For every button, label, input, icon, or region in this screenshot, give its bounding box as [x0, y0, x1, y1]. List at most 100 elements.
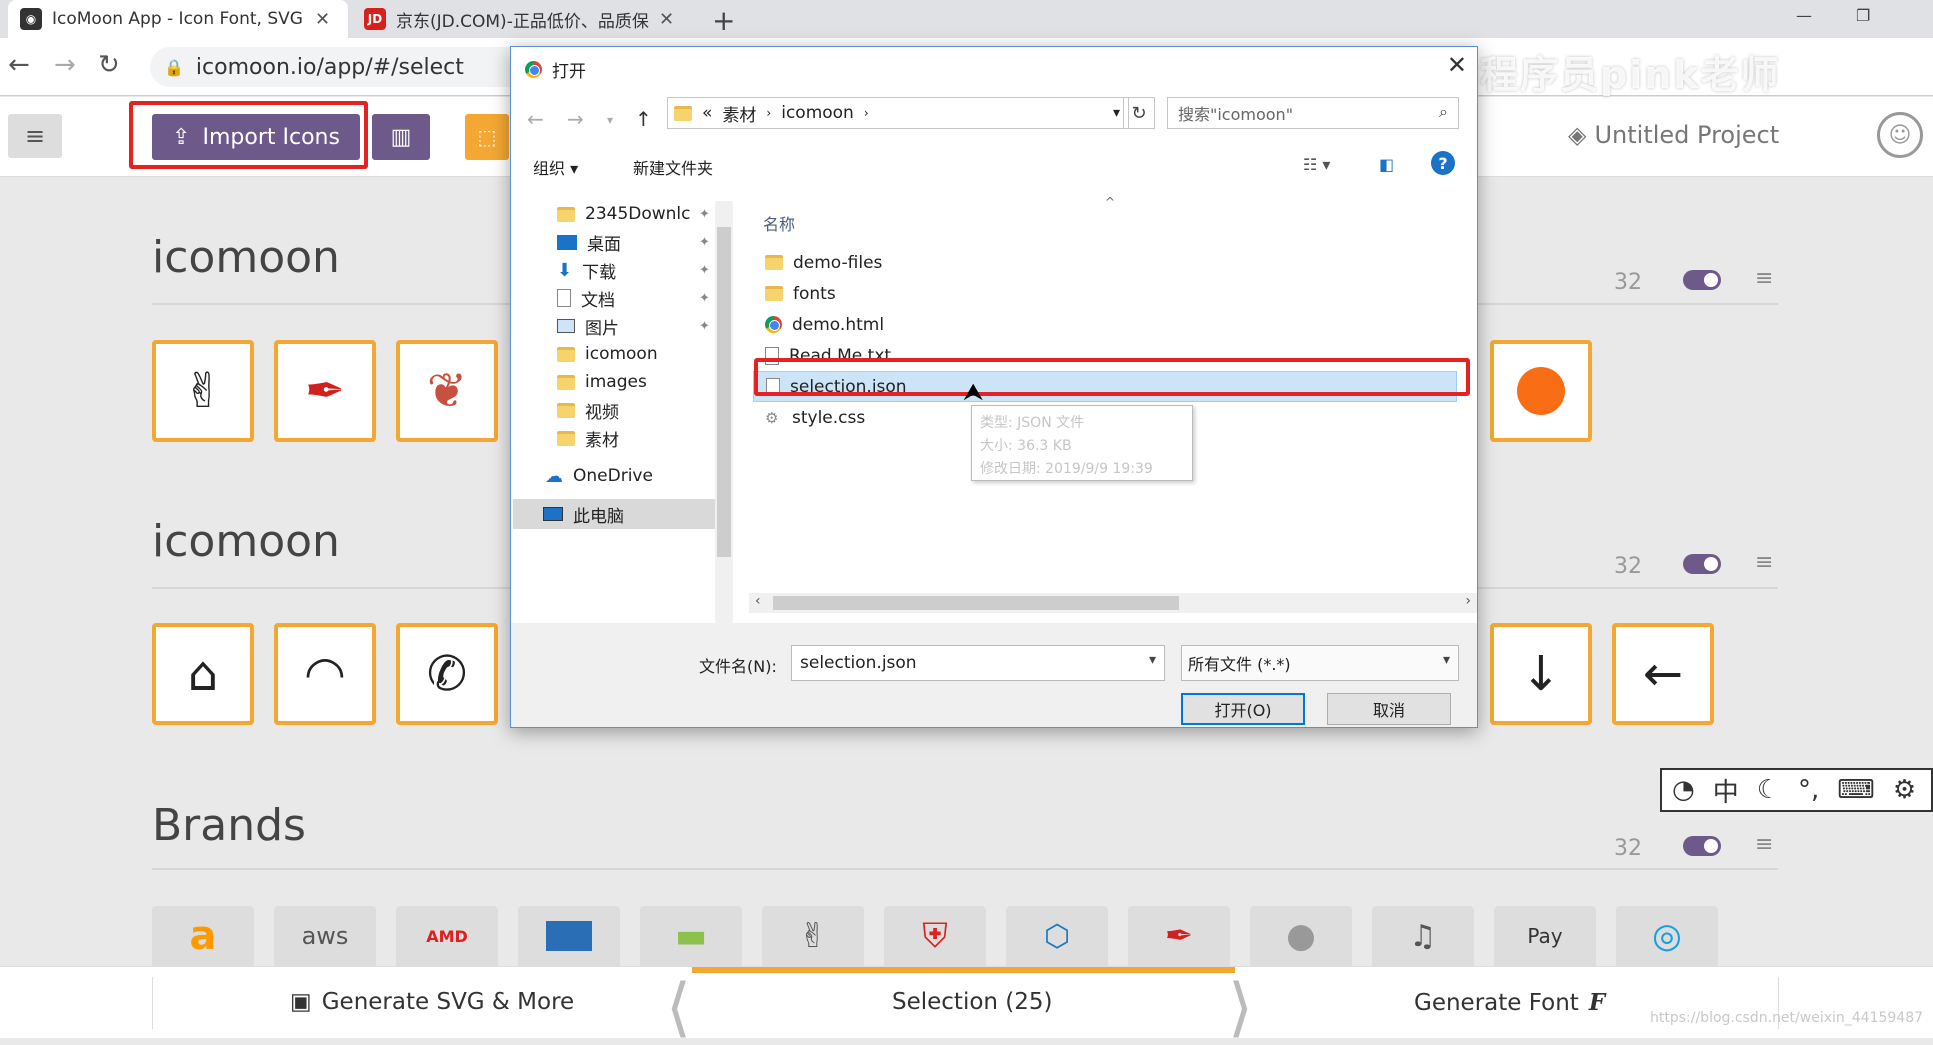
quill-brand-icon[interactable]: ✒ [1128, 906, 1230, 966]
file-row[interactable]: fonts [753, 278, 1457, 309]
wifi-icon[interactable]: ◠ [274, 623, 376, 725]
organize-menu[interactable]: 组织 ▾ [533, 155, 578, 179]
path-dropdown-icon[interactable]: ▾ [1113, 105, 1120, 121]
main-menu-button[interactable]: ≡ [8, 114, 62, 158]
open-button[interactable]: 打开(O) [1181, 693, 1305, 725]
set-toggle[interactable] [1683, 270, 1721, 290]
phone-icon[interactable]: ✆ [396, 623, 498, 725]
set-title[interactable]: icomoon [152, 516, 340, 567]
set-toggle[interactable] [1683, 836, 1721, 856]
browser-tab-jd[interactable]: JD 京东(JD.COM)-正品低价、品质保 ✕ [352, 0, 692, 38]
artstation-icon[interactable]: ◎ [1616, 906, 1718, 966]
ime-mode[interactable]: 中 [1713, 772, 1739, 809]
settings-icon[interactable]: ⚙ [1893, 775, 1916, 805]
android-icon[interactable]: ▬ [640, 906, 742, 966]
nav-scrollbar[interactable] [715, 201, 733, 633]
generate-font-button[interactable]: Generate Font F [1414, 989, 1605, 1016]
set-menu-icon[interactable]: ≡ [1755, 550, 1773, 575]
dialog-search-field[interactable]: 搜索"icomoon" ⌕ [1167, 97, 1459, 129]
apple-icon[interactable]: ● [1250, 906, 1352, 966]
sort-asc-icon: ^ [1105, 195, 1116, 209]
amd-icon[interactable]: AMD [396, 906, 498, 966]
selection-button[interactable]: Selection (25) [892, 989, 1053, 1015]
nav-item-materials[interactable]: 素材 [557, 423, 619, 453]
url-field[interactable]: 🔒 icomoon.io/app/#/select [150, 47, 510, 87]
help-icon[interactable]: ? [1431, 151, 1455, 175]
dialog-path-bar[interactable]: « 素材 › icomoon › ▾ [667, 97, 1129, 129]
angellist-icon[interactable]: ✌ [762, 906, 864, 966]
dialog-back-icon[interactable]: ← [527, 107, 544, 131]
circle-icon-tile[interactable] [1490, 340, 1592, 442]
cancel-button[interactable]: 取消 [1327, 693, 1451, 725]
dialog-history-icon[interactable]: ▾ [607, 113, 613, 127]
set-title[interactable]: icomoon [152, 232, 340, 283]
file-row[interactable]: demo.html [753, 309, 1457, 340]
back-icon[interactable]: ← [8, 50, 30, 80]
dialog-forward-icon[interactable]: → [567, 107, 584, 131]
angular-icon[interactable]: ⛨ [884, 906, 986, 966]
set-title[interactable]: Brands [152, 800, 306, 851]
forward-icon[interactable]: → [54, 50, 76, 80]
appveyor-icon[interactable]: ⬡ [1006, 906, 1108, 966]
scroll-right-icon[interactable]: › [1465, 593, 1471, 609]
dialog-refresh-icon[interactable]: ↻ [1123, 97, 1155, 129]
filename-input[interactable]: selection.json ▾ [791, 645, 1165, 681]
nav-item-images[interactable]: images [557, 367, 647, 397]
icon-library-button[interactable]: ▥ [372, 114, 430, 160]
file-row[interactable]: demo-files [753, 247, 1457, 278]
amazon-icon[interactable]: a [152, 906, 254, 966]
arrow-down-icon[interactable]: ↓ [1490, 623, 1592, 725]
user-avatar-icon[interactable]: ☺ [1877, 112, 1923, 158]
path-segment[interactable]: 素材 [722, 101, 756, 126]
hscrollbar-thumb[interactable] [773, 596, 1179, 610]
reload-icon[interactable]: ↻ [98, 50, 120, 80]
amex-icon[interactable] [518, 906, 620, 966]
dialog-up-icon[interactable]: ↑ [635, 107, 652, 131]
home-icon[interactable]: ⌂ [152, 623, 254, 725]
nav-item-documents[interactable]: 文档 ✦ [557, 283, 710, 313]
itunes-icon[interactable]: ♫ [1372, 906, 1474, 966]
nav-item-2345downloads[interactable]: 2345Downlc ✦ [557, 199, 710, 229]
generate-svg-button[interactable]: ▣ Generate SVG & More [290, 989, 574, 1015]
ime-logo-icon[interactable]: ◔ [1672, 775, 1695, 805]
browser-tab-icomoon[interactable]: ◉ IcoMoon App - Icon Font, SVG ✕ [8, 0, 348, 38]
filename-dropdown-icon[interactable]: ▾ [1149, 652, 1156, 668]
nav-item-this-pc[interactable]: 此电脑 [513, 499, 715, 529]
punctuation-icon[interactable]: °, [1798, 775, 1819, 805]
filetype-select[interactable]: 所有文件 (*.*) ▾ [1181, 645, 1459, 681]
nav-item-pictures[interactable]: 图片 ✦ [557, 311, 710, 341]
applepay-icon[interactable]: Pay [1494, 906, 1596, 966]
nav-item-videos[interactable]: 视频 [557, 395, 619, 425]
minimize-icon[interactable]: — [1796, 6, 1812, 25]
dialog-close-icon[interactable]: ✕ [1447, 51, 1467, 79]
scroll-left-icon[interactable]: ‹ [755, 593, 761, 609]
path-segment[interactable]: icomoon [781, 103, 854, 123]
maximize-icon[interactable]: ❐ [1856, 6, 1870, 25]
view-options-icon[interactable]: ☷ ▾ [1303, 155, 1330, 174]
victory-hand-icon[interactable]: ✌ [152, 340, 254, 442]
moon-icon[interactable]: ☾ [1757, 775, 1780, 805]
close-tab-icon[interactable]: ✕ [659, 9, 674, 30]
column-header-name[interactable]: 名称 [763, 211, 795, 235]
balloon-icon[interactable]: ❦ [396, 340, 498, 442]
arrow-left-icon[interactable]: ← [1612, 623, 1714, 725]
set-toggle[interactable] [1683, 554, 1721, 574]
file-list-hscrollbar[interactable]: ‹ › [749, 593, 1477, 613]
keyboard-icon[interactable]: ⌨ [1837, 775, 1875, 805]
select-tool-button[interactable]: ⬚ [465, 114, 509, 160]
close-tab-icon[interactable]: ✕ [315, 9, 330, 30]
preview-pane-icon[interactable]: ◧ [1379, 155, 1394, 174]
aws-icon[interactable]: aws [274, 906, 376, 966]
nav-item-downloads[interactable]: ⬇ 下载 ✦ [557, 255, 710, 285]
quill-icon[interactable]: ✒ [274, 340, 376, 442]
nav-item-onedrive[interactable]: ☁ OneDrive [545, 461, 653, 491]
nav-item-desktop[interactable]: 桌面 ✦ [557, 227, 710, 257]
set-menu-icon[interactable]: ≡ [1755, 266, 1773, 291]
new-tab-button[interactable]: + [712, 4, 735, 37]
path-overflow[interactable]: « [702, 103, 712, 123]
new-folder-button[interactable]: 新建文件夹 [633, 155, 713, 179]
nav-item-icomoon[interactable]: icomoon [557, 339, 658, 369]
nav-scrollbar-thumb[interactable] [717, 227, 731, 557]
set-menu-icon[interactable]: ≡ [1755, 832, 1773, 857]
project-name[interactable]: ◈ Untitled Project [1568, 121, 1779, 149]
